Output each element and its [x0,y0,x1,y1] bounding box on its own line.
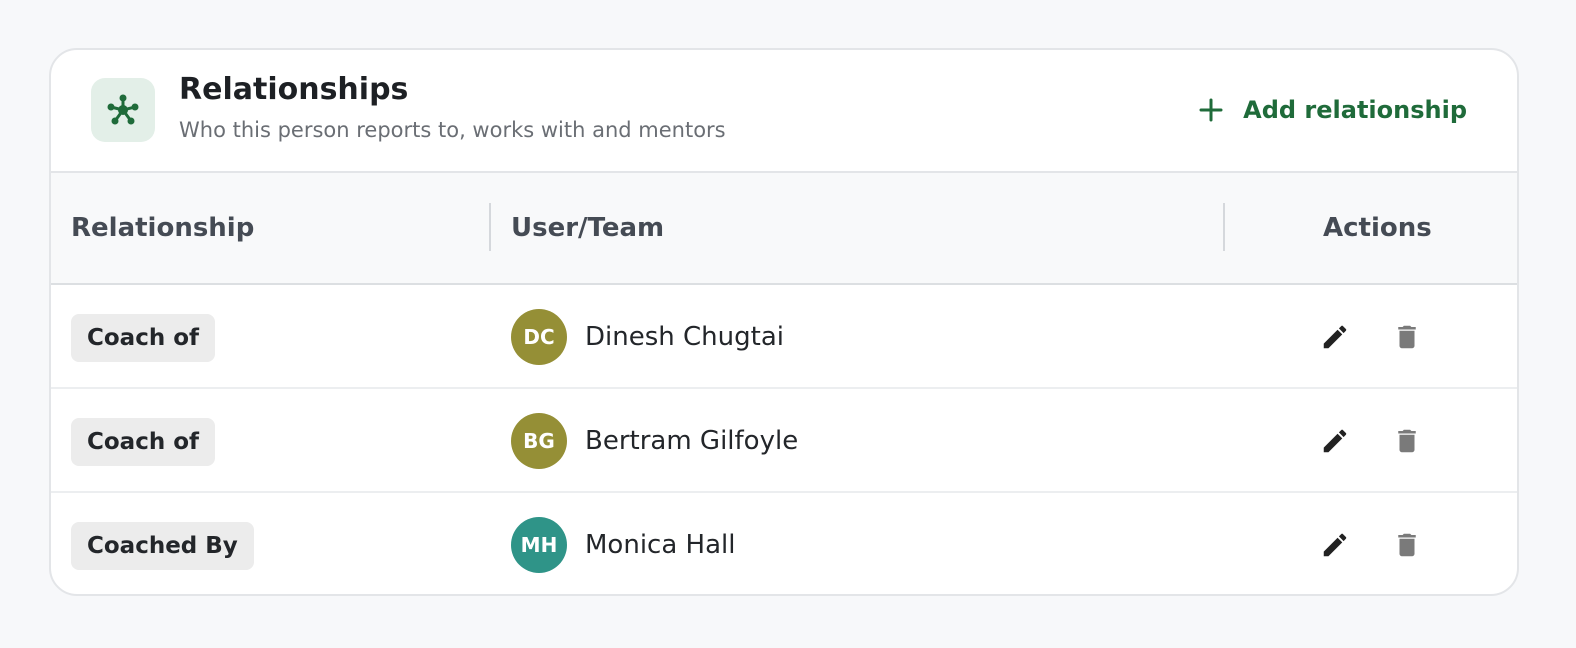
user-name: Bertram Gilfoyle [585,426,799,456]
add-relationship-button[interactable]: Add relationship [1199,90,1467,130]
plus-icon [1199,98,1223,122]
card-title: Relationships [179,72,409,107]
column-resize-handle[interactable] [1223,203,1225,251]
table-row: Coach of DC Dinesh Chugtai [51,285,1517,389]
column-header-user-team[interactable]: User/Team [511,173,664,283]
pencil-icon[interactable] [1319,425,1351,457]
column-resize-handle[interactable] [489,203,491,251]
column-resize-handle[interactable] [1517,203,1519,251]
table-header: Relationship User/Team Actions [51,173,1517,285]
user-cell: MH Monica Hall [511,517,735,573]
pencil-icon[interactable] [1319,321,1351,353]
table-row: Coached By MH Monica Hall [51,493,1517,594]
avatar: MH [511,517,567,573]
table-row: Coach of BG Bertram Gilfoyle [51,389,1517,493]
trash-icon[interactable] [1391,425,1423,457]
pencil-icon[interactable] [1319,529,1351,561]
user-cell: DC Dinesh Chugtai [511,309,784,365]
network-icon [91,78,155,142]
avatar: DC [511,309,567,365]
avatar: BG [511,413,567,469]
relationship-chip: Coach of [71,314,216,362]
card-subtitle: Who this person reports to, works with a… [179,118,726,142]
relationships-card: Relationships Who this person reports to… [49,48,1519,596]
column-header-actions: Actions [1323,213,1432,243]
user-name: Monica Hall [585,530,736,560]
add-relationship-label: Add relationship [1243,96,1467,124]
relationship-chip: Coached By [71,522,254,570]
column-header-relationship[interactable]: Relationship [71,173,254,283]
relationship-chip: Coach of [71,418,216,466]
trash-icon[interactable] [1391,529,1423,561]
user-cell: BG Bertram Gilfoyle [511,413,798,469]
user-name: Dinesh Chugtai [585,322,784,352]
trash-icon[interactable] [1391,321,1423,353]
card-header: Relationships Who this person reports to… [51,50,1517,173]
